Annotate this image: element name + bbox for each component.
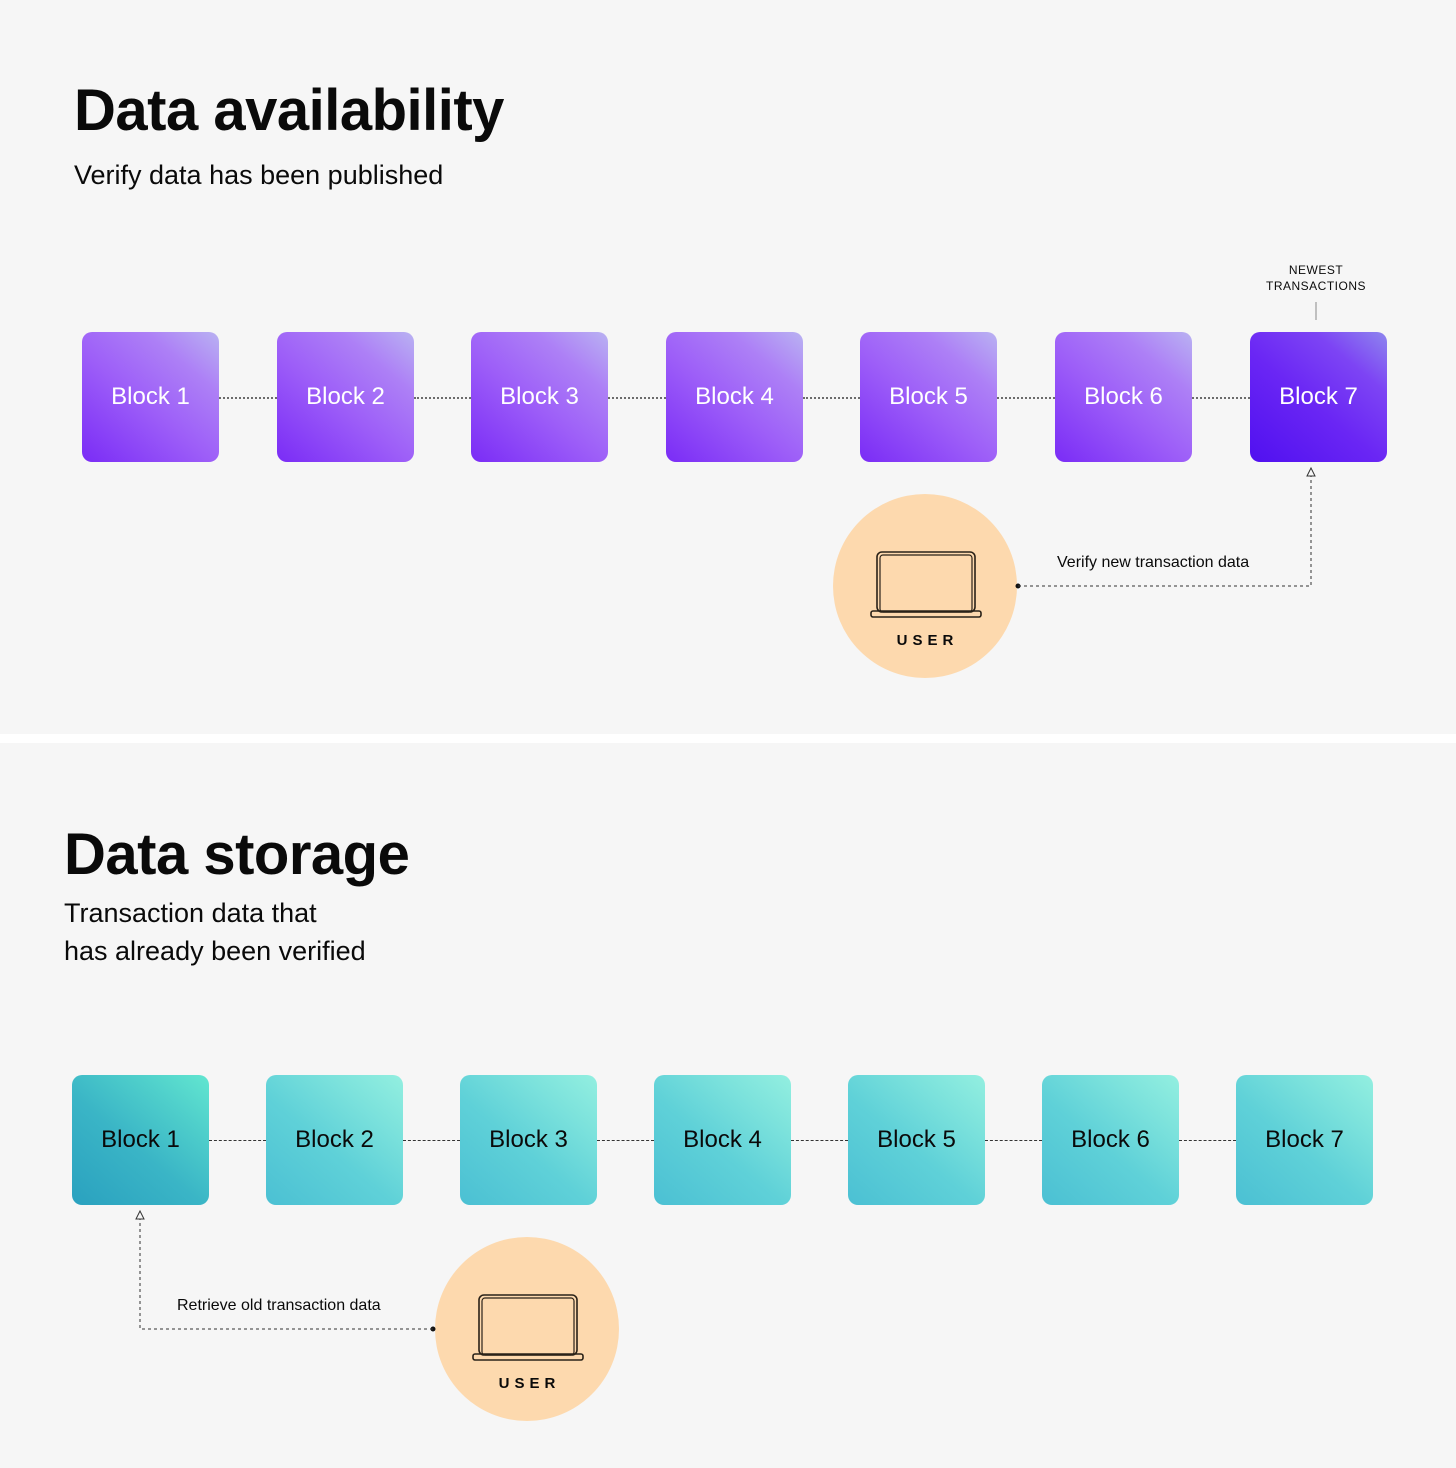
availability-block-7: Block 7 [1250,332,1387,462]
storage-connector [209,1140,266,1141]
verify-edge-label: Verify new transaction data [1057,554,1250,571]
availability-connector [997,397,1055,399]
storage-title: Data storage [64,822,410,887]
storage-connector [597,1140,654,1141]
storage-connector [1179,1140,1236,1141]
storage-block-1: Block 1 [72,1075,209,1205]
availability-user-node: USER [833,494,1017,678]
storage-block-7: Block 7 [1236,1075,1373,1205]
availability-title: Data availability [74,78,504,143]
storage-block-3: Block 3 [460,1075,597,1205]
availability-block-5: Block 5 [860,332,997,462]
availability-connector [1192,397,1250,399]
storage-block-2: Block 2 [266,1075,403,1205]
storage-user-node: USER [435,1237,619,1421]
user-label: USER [498,1375,561,1392]
storage-connector [403,1140,460,1141]
user-label: USER [896,632,959,649]
availability-connector [608,397,666,399]
section-divider [0,734,1456,743]
availability-block-1: Block 1 [82,332,219,462]
storage-connector [791,1140,848,1141]
storage-block-6: Block 6 [1042,1075,1179,1205]
availability-connector [414,397,471,399]
laptop-icon [870,551,982,618]
availability-block-6: Block 6 [1055,332,1192,462]
availability-block-4: Block 4 [666,332,803,462]
storage-connector [985,1140,1042,1141]
availability-connector [803,397,860,399]
availability-block-2: Block 2 [277,332,414,462]
retrieve-edge-label: Retrieve old transaction data [177,1297,381,1314]
availability-connector [219,397,277,399]
storage-block-4: Block 4 [654,1075,791,1205]
newest-transactions-label: NEWEST TRANSACTIONS [1265,263,1366,293]
storage-subtitle: Transaction data that has already been v… [64,898,366,966]
laptop-icon [472,1294,584,1361]
storage-block-5: Block 5 [848,1075,985,1205]
availability-block-3: Block 3 [471,332,608,462]
availability-subtitle: Verify data has been published [74,160,444,190]
